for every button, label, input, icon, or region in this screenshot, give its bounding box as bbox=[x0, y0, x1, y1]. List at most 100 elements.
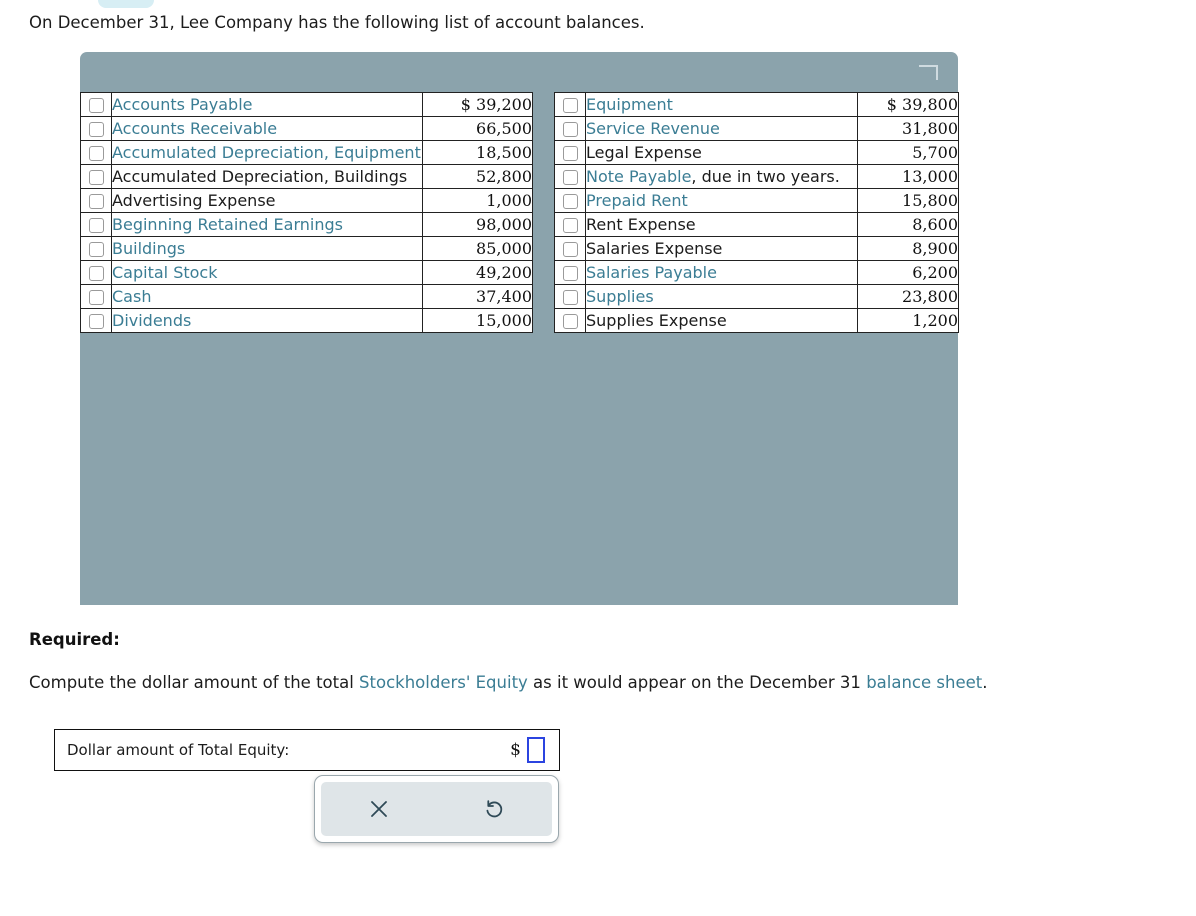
row-checkbox[interactable] bbox=[562, 266, 578, 281]
account-name-link[interactable]: Beginning Retained Earnings bbox=[112, 215, 343, 234]
row-checkbox-cell[interactable] bbox=[80, 212, 112, 237]
row-checkbox[interactable] bbox=[562, 170, 578, 185]
row-checkbox[interactable] bbox=[88, 314, 104, 329]
account-name-link[interactable]: Capital Stock bbox=[112, 263, 217, 282]
table-row[interactable]: Supplies 23,800 bbox=[554, 284, 959, 309]
resize-corner-icon[interactable] bbox=[918, 63, 940, 81]
row-checkbox[interactable] bbox=[562, 314, 578, 329]
table-row[interactable]: Accumulated Depreciation, Equipment 18,5… bbox=[80, 140, 533, 165]
table-row[interactable]: Legal Expense 5,700 bbox=[554, 140, 959, 165]
account-amount-cell: 5,700 bbox=[857, 140, 959, 165]
table-row[interactable]: Cash 37,400 bbox=[80, 284, 533, 309]
account-name-link[interactable]: Buildings bbox=[112, 239, 185, 258]
table-row[interactable]: Accounts Payable $ 39,200 bbox=[80, 92, 533, 117]
row-checkbox-cell[interactable] bbox=[80, 164, 112, 189]
table-row[interactable]: Prepaid Rent 15,800 bbox=[554, 188, 959, 213]
account-name-link[interactable]: Accounts Payable bbox=[112, 95, 252, 114]
table-row[interactable]: Dividends 15,000 bbox=[80, 308, 533, 333]
account-name-cell: Dividends bbox=[111, 308, 423, 333]
account-name-link[interactable]: Supplies bbox=[586, 287, 654, 306]
right-balances-table: Equipment $ 39,800 Service Revenue 31,80… bbox=[554, 92, 959, 333]
row-checkbox[interactable] bbox=[88, 218, 104, 233]
row-checkbox-cell[interactable] bbox=[554, 260, 586, 285]
row-checkbox[interactable] bbox=[88, 266, 104, 281]
reset-button[interactable] bbox=[437, 782, 553, 836]
account-amount-cell: 52,800 bbox=[422, 164, 533, 189]
close-icon bbox=[370, 801, 387, 817]
table-row[interactable]: Service Revenue 31,800 bbox=[554, 116, 959, 141]
row-checkbox-cell[interactable] bbox=[80, 92, 112, 117]
row-checkbox-cell[interactable] bbox=[554, 140, 586, 165]
row-checkbox[interactable] bbox=[88, 194, 104, 209]
row-checkbox-cell[interactable] bbox=[554, 164, 586, 189]
account-name-link[interactable]: Service Revenue bbox=[586, 119, 720, 138]
account-amount-cell: 23,800 bbox=[857, 284, 959, 309]
row-checkbox-cell[interactable] bbox=[554, 212, 586, 237]
account-name-link[interactable]: Equipment bbox=[586, 95, 673, 114]
table-row[interactable]: Salaries Expense 8,900 bbox=[554, 236, 959, 261]
row-checkbox-cell[interactable] bbox=[80, 308, 112, 333]
row-checkbox[interactable] bbox=[562, 218, 578, 233]
row-checkbox[interactable] bbox=[562, 98, 578, 113]
account-name-cell: Supplies bbox=[585, 284, 858, 309]
stockholders-equity-link[interactable]: Stockholders' Equity bbox=[359, 673, 528, 692]
row-checkbox-cell[interactable] bbox=[554, 284, 586, 309]
account-name-link[interactable]: Accumulated Depreciation, Equipment bbox=[112, 143, 421, 162]
account-name-link[interactable]: Note Payable bbox=[586, 167, 691, 186]
row-checkbox[interactable] bbox=[562, 290, 578, 305]
row-checkbox-cell[interactable] bbox=[80, 284, 112, 309]
account-name-cell: Cash bbox=[111, 284, 423, 309]
table-row[interactable]: Note Payable, due in two years. 13,000 bbox=[554, 164, 959, 189]
row-checkbox[interactable] bbox=[88, 242, 104, 257]
row-checkbox[interactable] bbox=[88, 170, 104, 185]
answer-row: Dollar amount of Total Equity: $ bbox=[54, 729, 560, 771]
balance-sheet-link[interactable]: balance sheet bbox=[866, 673, 982, 692]
account-name-cell: Advertising Expense bbox=[111, 188, 423, 213]
table-row[interactable]: Supplies Expense 1,200 bbox=[554, 308, 959, 333]
account-name-text: Legal Expense bbox=[586, 143, 702, 162]
undo-icon bbox=[486, 800, 503, 818]
row-checkbox-cell[interactable] bbox=[80, 140, 112, 165]
table-row[interactable]: Capital Stock 49,200 bbox=[80, 260, 533, 285]
row-checkbox[interactable] bbox=[562, 194, 578, 209]
row-checkbox-cell[interactable] bbox=[80, 116, 112, 141]
account-amount-cell: $ 39,200 bbox=[422, 92, 533, 117]
row-checkbox[interactable] bbox=[562, 146, 578, 161]
account-name-link[interactable]: Prepaid Rent bbox=[586, 191, 688, 210]
row-checkbox[interactable] bbox=[562, 122, 578, 137]
table-row[interactable]: Rent Expense 8,600 bbox=[554, 212, 959, 237]
row-checkbox-cell[interactable] bbox=[80, 260, 112, 285]
table-row[interactable]: Salaries Payable 6,200 bbox=[554, 260, 959, 285]
table-row[interactable]: Advertising Expense 1,000 bbox=[80, 188, 533, 213]
table-row[interactable]: Accumulated Depreciation, Buildings 52,8… bbox=[80, 164, 533, 189]
row-checkbox[interactable] bbox=[562, 242, 578, 257]
account-name-link[interactable]: Cash bbox=[112, 287, 151, 306]
table-row[interactable]: Beginning Retained Earnings 98,000 bbox=[80, 212, 533, 237]
total-equity-input[interactable] bbox=[527, 737, 545, 763]
row-checkbox[interactable] bbox=[88, 98, 104, 113]
account-name-cell: Salaries Payable bbox=[585, 260, 858, 285]
account-amount-cell: 8,900 bbox=[857, 236, 959, 261]
row-checkbox-cell[interactable] bbox=[554, 92, 586, 117]
account-amount-cell: 6,200 bbox=[857, 260, 959, 285]
table-row[interactable]: Accounts Receivable 66,500 bbox=[80, 116, 533, 141]
row-checkbox-cell[interactable] bbox=[80, 236, 112, 261]
row-checkbox[interactable] bbox=[88, 122, 104, 137]
row-checkbox-cell[interactable] bbox=[554, 308, 586, 333]
table-row[interactable]: Equipment $ 39,800 bbox=[554, 92, 959, 117]
row-checkbox-cell[interactable] bbox=[554, 188, 586, 213]
row-checkbox-cell[interactable] bbox=[554, 236, 586, 261]
account-name-link[interactable]: Salaries Payable bbox=[586, 263, 717, 282]
required-instruction: Compute the dollar amount of the total S… bbox=[29, 673, 987, 692]
account-name-cell: Accounts Receivable bbox=[111, 116, 423, 141]
account-name-link[interactable]: Dividends bbox=[112, 311, 191, 330]
table-row[interactable]: Buildings 85,000 bbox=[80, 236, 533, 261]
row-checkbox-cell[interactable] bbox=[554, 116, 586, 141]
account-name-link[interactable]: Accounts Receivable bbox=[112, 119, 277, 138]
clear-button[interactable] bbox=[321, 782, 437, 836]
row-checkbox-cell[interactable] bbox=[80, 188, 112, 213]
account-balances-panel: Accounts Payable $ 39,200 Accounts Recei… bbox=[80, 52, 959, 605]
row-checkbox[interactable] bbox=[88, 146, 104, 161]
account-name-text: Advertising Expense bbox=[112, 191, 276, 210]
row-checkbox[interactable] bbox=[88, 290, 104, 305]
